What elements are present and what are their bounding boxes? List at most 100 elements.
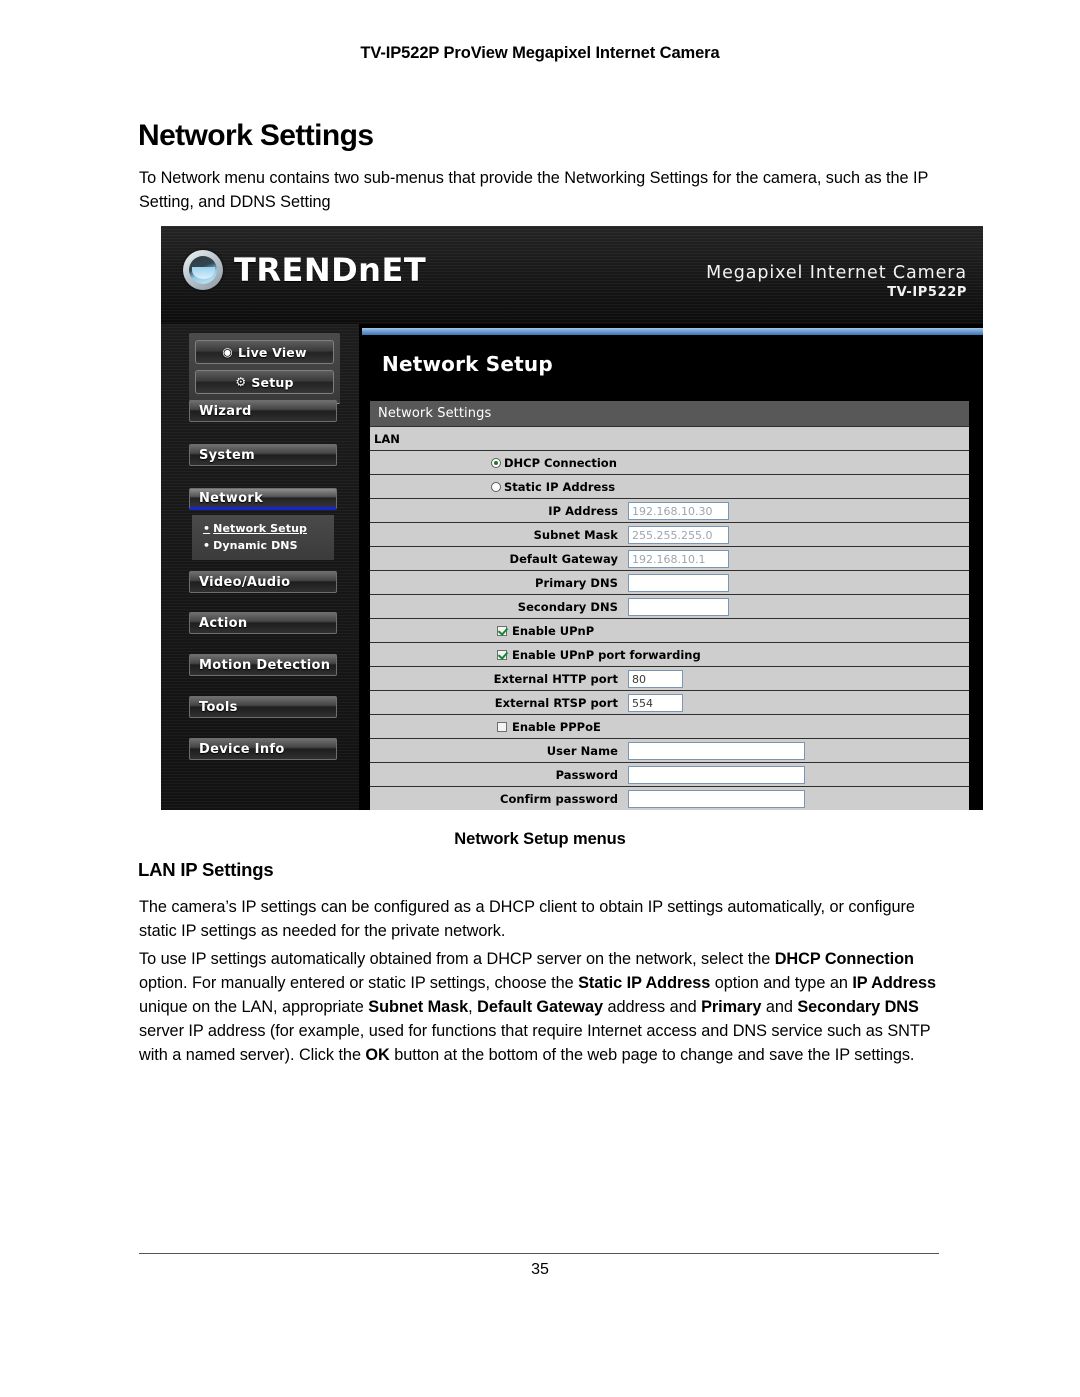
sidebar-item-video-audio[interactable]: Video/Audio xyxy=(189,571,337,593)
enable-pppoe-label: Enable PPPoE xyxy=(512,719,601,734)
text-run: , xyxy=(468,998,478,1017)
secondary-dns-label: Secondary DNS xyxy=(517,599,618,614)
ip-address-input[interactable]: 192.168.10.30 xyxy=(628,501,729,520)
default-gateway-input[interactable]: 192.168.10.1 xyxy=(628,549,729,568)
sidebar-item-label: Network xyxy=(199,490,264,506)
static-ip-option[interactable]: Static IP Address xyxy=(491,480,615,494)
row-enable-pppoe[interactable]: Enable PPPoE xyxy=(370,714,969,738)
default-gateway-field-wrap: 192.168.10.1 xyxy=(628,549,729,568)
row-subnet-mask: Subnet Mask 255.255.255.0 xyxy=(370,522,969,546)
secondary-dns-input[interactable] xyxy=(628,597,729,616)
user-name-field-wrap xyxy=(628,741,805,760)
sidebar-item-label: Device Info xyxy=(199,741,285,757)
text-run: and xyxy=(761,998,798,1017)
product-model: TV-IP522P xyxy=(887,285,967,300)
enable-pppoe-option[interactable]: Enable PPPoE xyxy=(497,720,601,734)
external-rtsp-port-label: External RTSP port xyxy=(494,695,618,710)
text-run: address and xyxy=(603,998,702,1017)
ip-address-label: IP Address xyxy=(548,503,618,518)
user-name-input[interactable] xyxy=(628,741,805,760)
external-http-port-input[interactable]: 80 xyxy=(628,669,683,688)
setup-button[interactable]: ⚙ Setup xyxy=(195,370,334,394)
running-header: TV-IP522P ProView Megapixel Internet Cam… xyxy=(360,44,720,62)
row-primary-dns: Primary DNS xyxy=(370,570,969,594)
ip-address-field-wrap: 192.168.10.30 xyxy=(628,501,729,520)
emphasis-term: Static IP Address xyxy=(578,974,711,993)
row-enable-upnp[interactable]: Enable UPnP xyxy=(370,618,969,642)
sidebar-item-label: System xyxy=(199,447,255,463)
emphasis-term: Default Gateway xyxy=(477,998,604,1017)
row-ip-address: IP Address 192.168.10.30 xyxy=(370,498,969,522)
content-panel: Network Setup Network Settings LAN DHCP … xyxy=(362,324,983,810)
enable-upnp-forward-option[interactable]: Enable UPnP port forwarding xyxy=(497,648,701,662)
emphasis-term: IP Address xyxy=(852,974,936,993)
text-run: To use IP settings automatically obtaine… xyxy=(139,950,775,969)
brand-logo: TRENDnET xyxy=(183,250,426,290)
sidebar-submenu-network: • Network Setup • Dynamic DNS xyxy=(192,515,334,560)
eye-icon: ◉ xyxy=(222,345,233,359)
emphasis-term: Primary xyxy=(701,998,762,1017)
body-paragraph-1: The camera’s IP settings can be configur… xyxy=(139,898,915,941)
sidebar-subitem-label: Dynamic DNS xyxy=(213,539,298,552)
sidebar-item-system[interactable]: System xyxy=(189,444,337,466)
external-rtsp-port-field-wrap: 554 xyxy=(628,693,683,712)
live-view-label: Live View xyxy=(237,344,307,360)
banner-product-info: Megapixel Internet Camera TV-IP522P xyxy=(706,263,967,300)
footer-rule xyxy=(139,1253,939,1254)
web-ui-banner: TRENDnET Megapixel Internet Camera TV-IP… xyxy=(161,226,983,325)
sidebar-nav: ◉ Live View ⚙ Setup Wizard System Networ… xyxy=(161,324,362,810)
row-confirm-password: Confirm password xyxy=(370,786,969,810)
sidebar-subitem-label: Network Setup xyxy=(213,522,308,535)
row-dhcp-connection[interactable]: DHCP Connection xyxy=(370,450,969,474)
text-run: option. For manually entered or static I… xyxy=(139,974,579,993)
row-external-http-port: External HTTP port 80 xyxy=(370,666,969,690)
row-static-ip[interactable]: Static IP Address xyxy=(370,474,969,498)
gear-icon: ⚙ xyxy=(235,375,247,389)
checkbox-icon[interactable] xyxy=(497,625,507,636)
setup-label: Setup xyxy=(251,374,294,390)
dhcp-connection-label: DHCP Connection xyxy=(504,455,617,470)
primary-dns-field-wrap xyxy=(628,573,729,592)
row-password: Password xyxy=(370,762,969,786)
figure-camera-web-ui: TRENDnET Megapixel Internet Camera TV-IP… xyxy=(161,226,983,810)
row-user-name: User Name xyxy=(370,738,969,762)
sidebar-item-motion-detection[interactable]: Motion Detection xyxy=(189,654,337,676)
subnet-mask-input[interactable]: 255.255.255.0 xyxy=(628,525,729,544)
section-heading: LAN IP Settings xyxy=(138,859,274,881)
checkbox-icon[interactable] xyxy=(497,721,507,732)
static-ip-label: Static IP Address xyxy=(504,479,616,494)
password-input[interactable] xyxy=(628,765,805,784)
radio-icon[interactable] xyxy=(491,481,501,492)
emphasis-term: DHCP Connection xyxy=(774,950,914,969)
form-title: Network Settings xyxy=(370,401,969,426)
enable-upnp-option[interactable]: Enable UPnP xyxy=(497,624,594,638)
sidebar-item-label: Wizard xyxy=(199,403,252,419)
sidebar-item-device-info[interactable]: Device Info xyxy=(189,738,337,760)
sidebar-subitem-network-setup[interactable]: • Network Setup xyxy=(192,520,334,537)
row-enable-upnp-port-forwarding[interactable]: Enable UPnP port forwarding xyxy=(370,642,969,666)
confirm-password-label: Confirm password xyxy=(499,791,618,806)
document-page: TV-IP522P ProView Megapixel Internet Cam… xyxy=(0,0,1080,1397)
sidebar-item-wizard[interactable]: Wizard xyxy=(189,400,337,422)
sidebar-item-network[interactable]: Network xyxy=(189,488,337,510)
enable-upnp-forward-label: Enable UPnP port forwarding xyxy=(512,647,701,662)
checkbox-icon[interactable] xyxy=(497,649,507,660)
live-view-button[interactable]: ◉ Live View xyxy=(195,340,334,364)
primary-dns-input[interactable] xyxy=(628,573,729,592)
sidebar-item-action[interactable]: Action xyxy=(189,612,337,634)
sidebar-subitem-dynamic-dns[interactable]: • Dynamic DNS xyxy=(192,537,334,554)
radio-icon[interactable] xyxy=(491,457,501,468)
brand-name: TRENDnET xyxy=(234,251,427,289)
bullet-icon: • xyxy=(203,522,211,535)
dhcp-connection-option[interactable]: DHCP Connection xyxy=(491,456,617,470)
text-run: option and type an xyxy=(710,974,853,993)
primary-dns-label: Primary DNS xyxy=(535,575,618,590)
external-http-port-field-wrap: 80 xyxy=(628,669,683,688)
text-run: unique on the LAN, appropriate xyxy=(139,998,369,1017)
external-rtsp-port-input[interactable]: 554 xyxy=(628,693,683,712)
form-section-lan: LAN xyxy=(370,426,969,450)
confirm-password-field-wrap xyxy=(628,789,805,808)
confirm-password-input[interactable] xyxy=(628,789,805,808)
secondary-dns-field-wrap xyxy=(628,597,729,616)
sidebar-item-tools[interactable]: Tools xyxy=(189,696,337,718)
